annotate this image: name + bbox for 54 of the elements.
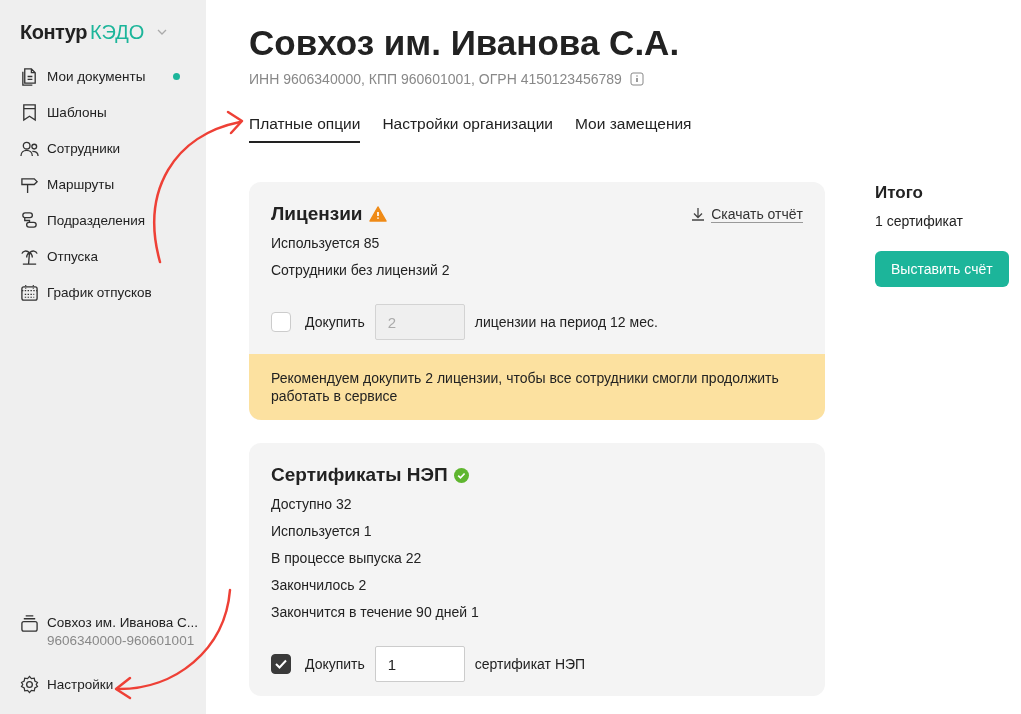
- sidebar-item-label: Маршруты: [47, 176, 115, 192]
- organization-codes: 9606340000-960601001: [47, 632, 196, 650]
- sidebar-item-label: Отпуска: [47, 248, 99, 264]
- warning-notice: Рекомендуем докупить 2 лицензии, чтобы все сотрудники смогли продолжить работать в сервисе: [249, 354, 825, 420]
- sidebar-item[interactable]: Сотрудники: [20, 130, 206, 166]
- chevron-down-icon[interactable]: [157, 29, 168, 35]
- stack-icon: [20, 614, 39, 633]
- stat-line: Используется 85: [271, 234, 381, 253]
- info-icon[interactable]: [629, 72, 644, 86]
- stat-line: Закончится в течение 90 дней 1: [271, 603, 480, 622]
- stat-line: Доступно 32: [271, 495, 353, 514]
- settings-label: Настройки: [47, 676, 114, 692]
- sidebar-item-label: Подразделения: [47, 212, 146, 228]
- organization-switcher[interactable]: Совхоз им. Иванова С... 9606340000-960601001: [20, 614, 206, 650]
- tab[interactable]: Мои замещения: [575, 109, 692, 143]
- sidebar-item[interactable]: Подразделения: [20, 202, 206, 238]
- document-icon: [20, 66, 39, 86]
- purchase-suffix: сертификат НЭП: [474, 656, 586, 672]
- logo-brand[interactable]: Контур: [20, 20, 87, 44]
- sidebar-item[interactable]: Маршруты: [20, 166, 206, 202]
- sidebar-item[interactable]: Отпуска: [20, 238, 206, 274]
- checkbox-label: Докупить: [305, 314, 365, 330]
- sidebar-item-label: График отпусков: [47, 284, 152, 300]
- summary-title: Итого: [875, 182, 923, 204]
- purchase-suffix: лицензии на период 12 мес.: [474, 314, 658, 330]
- sidebar-item[interactable]: График отпусков: [20, 274, 206, 310]
- page-title: Совхоз им. Иванова С.А.: [249, 22, 681, 64]
- card-title: Сертификаты НЭП: [271, 463, 448, 487]
- download-report-link[interactable]: Скачать отчёт: [691, 205, 803, 223]
- summary-text: 1 сертификат: [875, 213, 963, 229]
- tab[interactable]: Платные опции: [249, 109, 361, 143]
- tab[interactable]: Настройки организации: [382, 109, 554, 143]
- bookmark-icon: [20, 102, 39, 122]
- checkbox[interactable]: [271, 654, 291, 674]
- sidebar-item[interactable]: Шаблоны: [20, 94, 206, 130]
- structure-icon: [20, 210, 39, 230]
- stat-line: В процессе выпуска 22: [271, 549, 423, 568]
- checkbox-label: Докупить: [305, 656, 365, 672]
- stat-line: Используется 1: [271, 522, 373, 541]
- organization-details: ИНН 9606340000, КПП 960601001, ОГРН 4150123456789: [249, 71, 622, 87]
- settings-icon: [20, 674, 39, 694]
- sidebar-item[interactable]: Мои документы: [20, 58, 206, 94]
- calendar-icon: [20, 282, 39, 302]
- sidebar-item-label: Мои документы: [47, 68, 146, 84]
- stat-line: Сотрудники без лицензий 2: [271, 261, 451, 280]
- checkmark-icon: [275, 659, 287, 669]
- quantity-input[interactable]: 1: [374, 646, 465, 682]
- organization-name: Совхоз им. Иванова С...: [47, 614, 199, 632]
- sidebar-item-label: Шаблоны: [47, 104, 107, 120]
- download-icon: [691, 207, 706, 221]
- card-title: Лицензии: [271, 202, 363, 226]
- stat-line: Закончилось 2: [271, 576, 368, 595]
- settings-item[interactable]: Настройки: [20, 666, 206, 702]
- sidebar-item-label: Сотрудники: [47, 140, 121, 156]
